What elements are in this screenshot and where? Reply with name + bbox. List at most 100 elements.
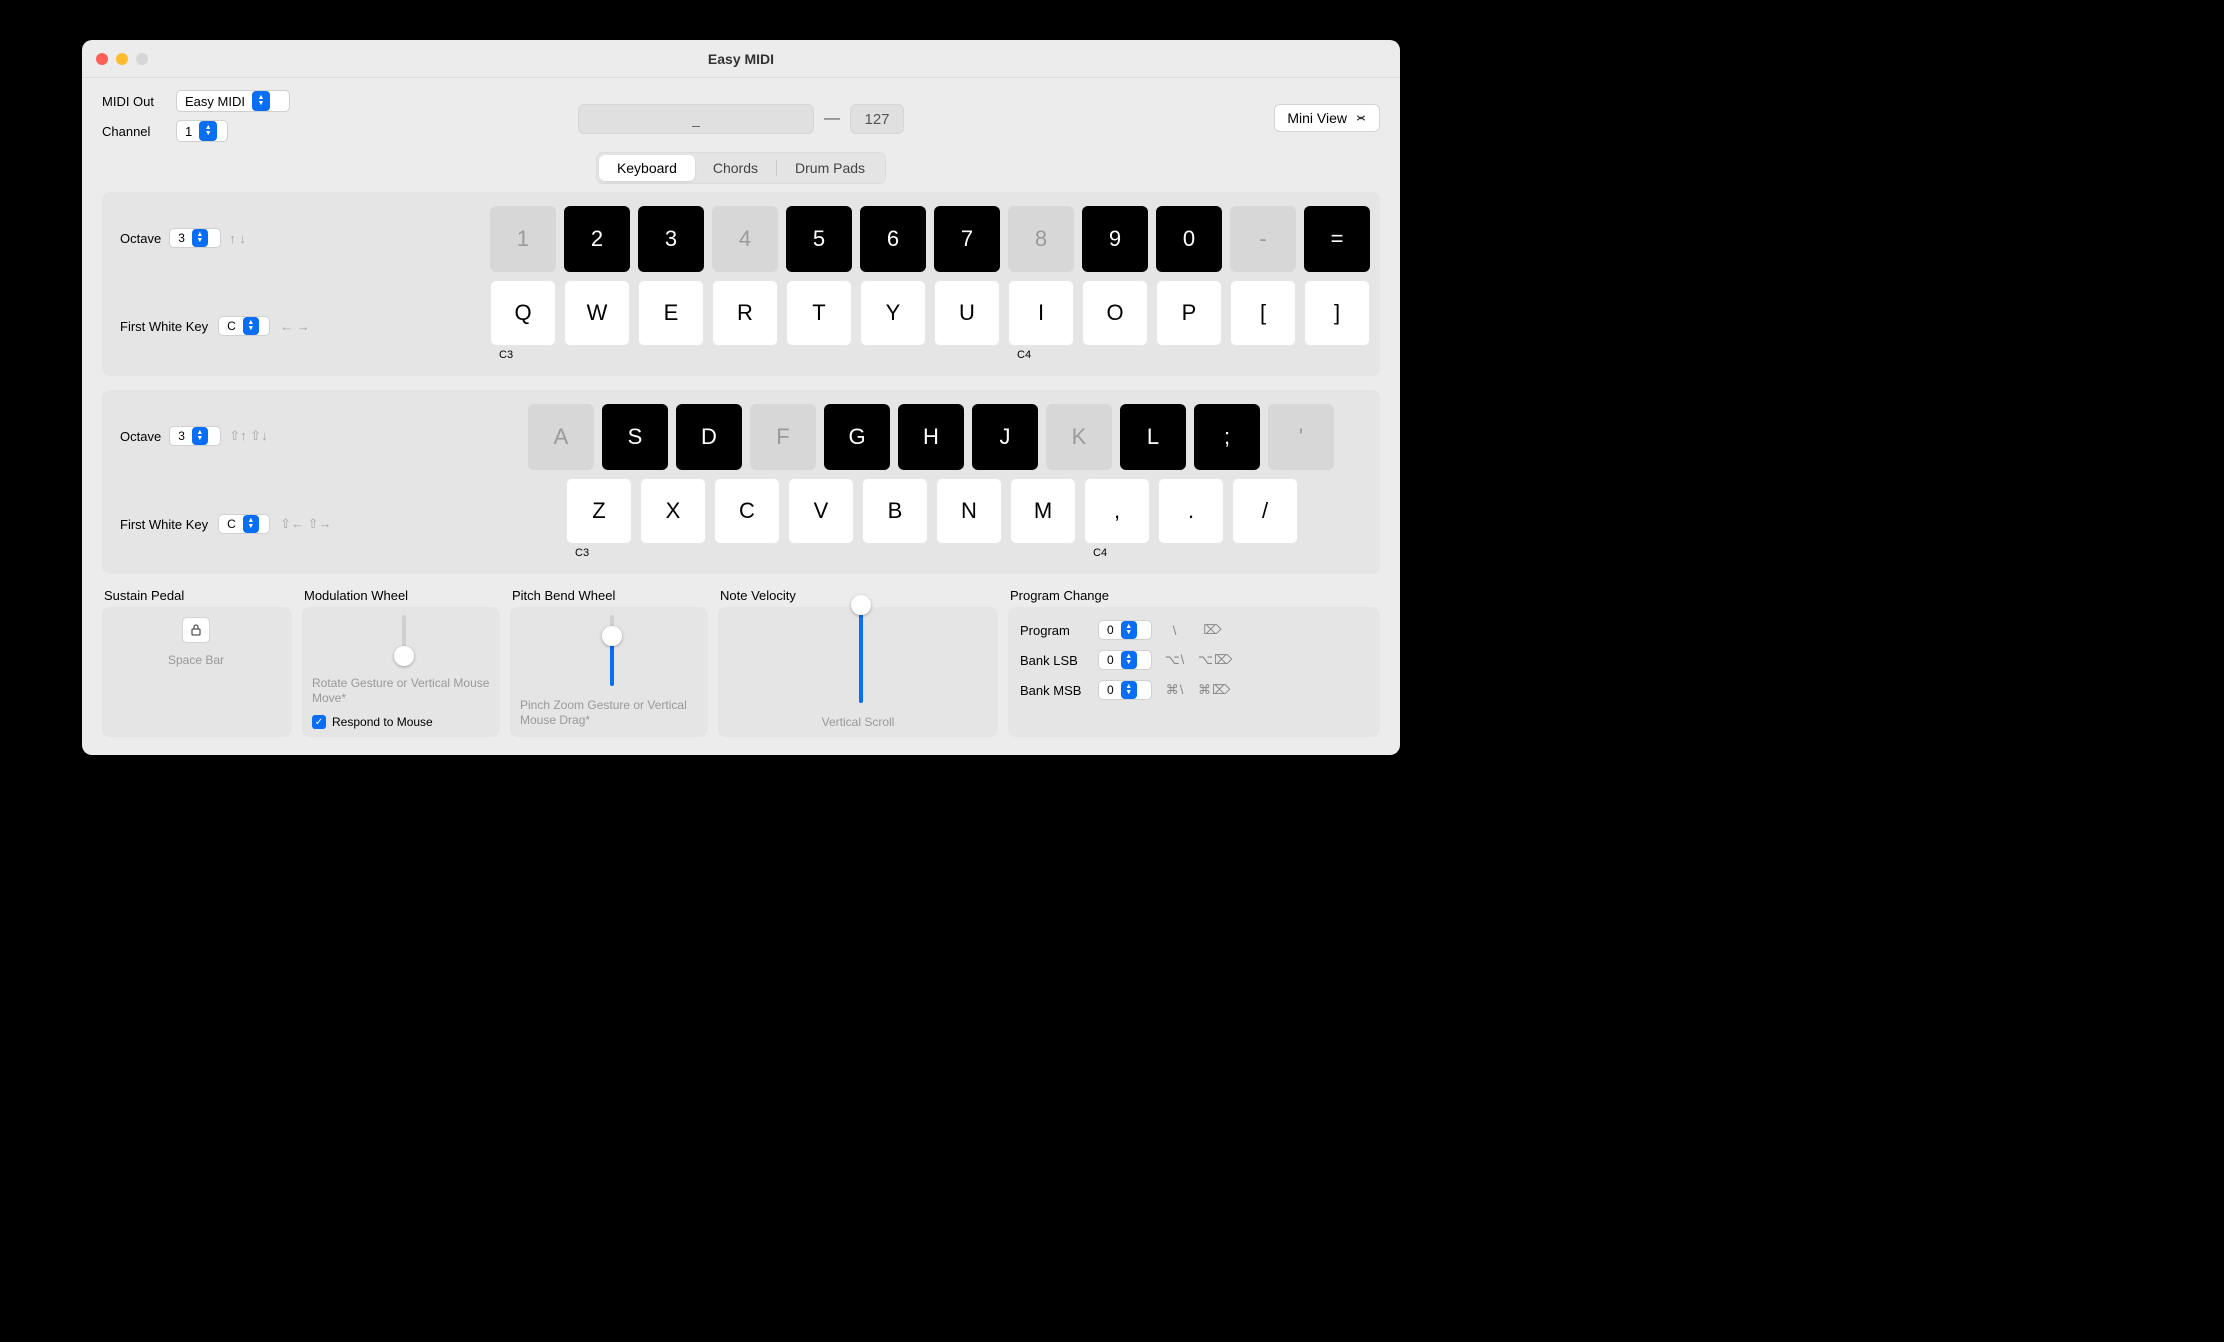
key-T[interactable]: T — [786, 280, 852, 346]
key-A[interactable]: A — [528, 404, 594, 470]
tab-keyboard[interactable]: Keyboard — [599, 155, 695, 181]
program-select[interactable]: 0 ▲▼ — [1098, 620, 1152, 640]
key-=[interactable]: = — [1304, 206, 1370, 272]
key-P[interactable]: P — [1156, 280, 1222, 346]
key-D[interactable]: D — [676, 404, 742, 470]
key-I[interactable]: IC4 — [1008, 280, 1074, 346]
bank-lsb-select[interactable]: 0 ▲▼ — [1098, 650, 1152, 670]
slider-thumb[interactable] — [851, 595, 871, 615]
sustain-lock-button[interactable] — [182, 617, 210, 643]
key-5[interactable]: 5 — [786, 206, 852, 272]
view-tabs: Keyboard Chords Drum Pads — [596, 152, 886, 184]
key-[[interactable]: [ — [1230, 280, 1296, 346]
mod-title: Modulation Wheel — [302, 588, 500, 603]
note-caption: C4 — [1093, 547, 1107, 559]
key-V[interactable]: V — [788, 478, 854, 544]
octave2-select[interactable]: 3 ▲▼ — [169, 426, 221, 446]
key-K[interactable]: K — [1046, 404, 1112, 470]
key-O[interactable]: O — [1082, 280, 1148, 346]
respond-to-mouse-row[interactable]: ✓ Respond to Mouse — [312, 715, 490, 729]
slider-thumb[interactable] — [394, 646, 414, 666]
slider-thumb[interactable] — [602, 626, 622, 646]
key-3[interactable]: 3 — [638, 206, 704, 272]
key-7[interactable]: 7 — [934, 206, 1000, 272]
mini-view-label: Mini View — [1287, 110, 1347, 126]
bank-msb-select[interactable]: 0 ▲▼ — [1098, 680, 1152, 700]
octave1-shortcut-hint: ↑ ↓ — [229, 231, 246, 246]
key-.[interactable]: . — [1158, 478, 1224, 544]
octave2-controls: Octave 3 ▲▼ ⇧↑ ⇧↓ — [120, 426, 268, 446]
keyboard-panel-2: Octave 3 ▲▼ ⇧↑ ⇧↓ First White Key C ▲▼ ⇧… — [102, 390, 1380, 574]
bank-msb-label: Bank MSB — [1020, 683, 1090, 698]
key-1[interactable]: 1 — [490, 206, 556, 272]
main-window: Easy MIDI MIDI Out Easy MIDI ▲▼ Channel … — [82, 40, 1400, 755]
key-/[interactable]: / — [1232, 478, 1298, 544]
key-8[interactable]: 8 — [1008, 206, 1074, 272]
key-U[interactable]: U — [934, 280, 1000, 346]
note-caption: C4 — [1017, 349, 1031, 361]
key-H[interactable]: H — [898, 404, 964, 470]
window-title: Easy MIDI — [82, 51, 1400, 67]
key-L[interactable]: L — [1120, 404, 1186, 470]
octave-label: Octave — [120, 231, 161, 246]
key-B[interactable]: B — [862, 478, 928, 544]
keyboard-panel-1: Octave 3 ▲▼ ↑ ↓ First White Key C ▲▼ ← →… — [102, 192, 1380, 376]
sustain-panel: Space Bar — [102, 607, 292, 737]
midi-out-label: MIDI Out — [102, 94, 166, 109]
key-Q[interactable]: QC3 — [490, 280, 556, 346]
mini-view-button[interactable]: Mini View — [1274, 104, 1380, 132]
octave2-shortcut-hint: ⇧↑ ⇧↓ — [229, 428, 267, 444]
key-C[interactable]: C — [714, 478, 780, 544]
updown-arrows-icon: ▲▼ — [1121, 651, 1137, 669]
program-label: Program — [1020, 623, 1090, 638]
tab-chords[interactable]: Chords — [695, 155, 776, 181]
dash-separator: — — [824, 110, 840, 128]
respond-to-mouse-label: Respond to Mouse — [332, 715, 433, 729]
key-6[interactable]: 6 — [860, 206, 926, 272]
respond-to-mouse-checkbox[interactable]: ✓ — [312, 715, 326, 729]
key-,[interactable]: ,C4 — [1084, 478, 1150, 544]
velocity-display: 127 — [850, 104, 904, 134]
key-N[interactable]: N — [936, 478, 1002, 544]
lock-icon — [190, 623, 202, 637]
key-J[interactable]: J — [972, 404, 1038, 470]
note-display: _ — [578, 104, 814, 134]
sustain-hint: Space Bar — [168, 653, 224, 667]
key-E[interactable]: E — [638, 280, 704, 346]
key-'[interactable]: ' — [1268, 404, 1334, 470]
pitch-hint: Pinch Zoom Gesture or Vertical Mouse Dra… — [520, 698, 698, 729]
key--[interactable]: - — [1230, 206, 1296, 272]
updown-arrows-icon: ▲▼ — [192, 427, 208, 445]
key-][interactable]: ] — [1304, 280, 1370, 346]
key-M[interactable]: M — [1010, 478, 1076, 544]
key-W[interactable]: W — [564, 280, 630, 346]
program-change-panel: Program 0 ▲▼ \ ⌦ Bank LSB 0 ▲▼ — [1008, 607, 1380, 737]
key-;[interactable]: ; — [1194, 404, 1260, 470]
modulation-slider[interactable] — [402, 615, 406, 664]
key-G[interactable]: G — [824, 404, 890, 470]
key-Z[interactable]: ZC3 — [566, 478, 632, 544]
bank-msb-value: 0 — [1107, 683, 1120, 697]
program-shortcut-1: \ — [1160, 623, 1190, 638]
key-0[interactable]: 0 — [1156, 206, 1222, 272]
midi-out-select[interactable]: Easy MIDI ▲▼ — [176, 90, 290, 112]
note-caption: C3 — [575, 547, 589, 559]
key-9[interactable]: 9 — [1082, 206, 1148, 272]
bank-lsb-shortcut-1: ⌥\ — [1160, 652, 1190, 668]
pitch-slider[interactable] — [610, 615, 614, 686]
key-2[interactable]: 2 — [564, 206, 630, 272]
row2-black-keys: ASDFGHJKL;' — [120, 404, 1370, 470]
velocity-panel: Vertical Scroll — [718, 607, 998, 737]
channel-select[interactable]: 1 ▲▼ — [176, 120, 228, 142]
key-R[interactable]: R — [712, 280, 778, 346]
key-F[interactable]: F — [750, 404, 816, 470]
pitch-title: Pitch Bend Wheel — [510, 588, 708, 603]
tab-drumpads[interactable]: Drum Pads — [777, 155, 883, 181]
key-X[interactable]: X — [640, 478, 706, 544]
key-4[interactable]: 4 — [712, 206, 778, 272]
key-Y[interactable]: Y — [860, 280, 926, 346]
prog-title: Program Change — [1008, 588, 1380, 603]
octave1-select[interactable]: 3 ▲▼ — [169, 228, 221, 248]
key-S[interactable]: S — [602, 404, 668, 470]
velocity-slider[interactable] — [859, 615, 863, 703]
